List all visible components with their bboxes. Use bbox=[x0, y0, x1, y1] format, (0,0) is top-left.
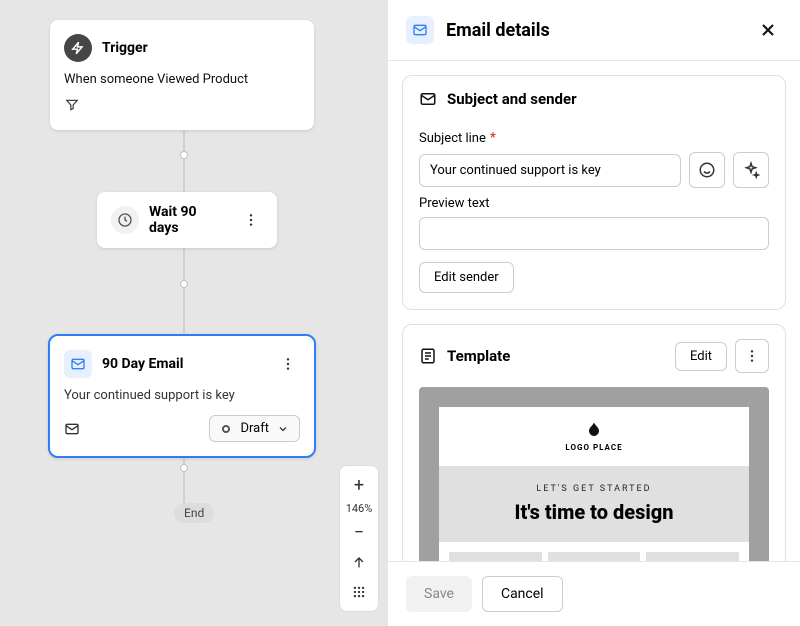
zoom-out-button[interactable]: − bbox=[343, 519, 375, 545]
template-section-title: Template bbox=[447, 347, 510, 365]
template-more-button[interactable] bbox=[735, 339, 769, 373]
emoji-button[interactable] bbox=[689, 152, 725, 188]
wait-more-button[interactable] bbox=[239, 208, 263, 232]
panel-email-icon bbox=[406, 16, 434, 44]
zoom-in-button[interactable]: + bbox=[343, 472, 375, 498]
subject-section: Subject and sender Subject line * Preview… bbox=[402, 75, 786, 310]
zoom-reset-button[interactable] bbox=[343, 549, 375, 575]
trigger-description: When someone Viewed Product bbox=[64, 72, 300, 87]
template-logo: LOGO PLACE bbox=[439, 407, 749, 466]
envelope-icon bbox=[419, 90, 437, 108]
preview-input[interactable] bbox=[419, 217, 769, 250]
status-dropdown[interactable]: Draft bbox=[209, 415, 300, 442]
template-heading: It's time to design bbox=[457, 500, 731, 524]
end-node: End bbox=[174, 503, 214, 523]
zoom-level: 146% bbox=[346, 502, 373, 515]
zoom-grid-button[interactable] bbox=[343, 579, 375, 605]
filter-icon bbox=[64, 97, 80, 113]
template-subheading: LET'S GET STARTED bbox=[457, 484, 731, 494]
cancel-button[interactable]: Cancel bbox=[482, 576, 563, 612]
save-button[interactable]: Save bbox=[406, 576, 472, 612]
close-button[interactable] bbox=[754, 16, 782, 44]
email-card[interactable]: 90 Day Email Your continued support is k… bbox=[48, 334, 316, 458]
envelope-icon bbox=[64, 421, 80, 437]
email-title: 90 Day Email bbox=[102, 356, 266, 372]
template-preview[interactable]: LOGO PLACE LET'S GET STARTED It's time t… bbox=[419, 387, 769, 561]
template-section: Template Edit LOGO PLACE LET'S GET START… bbox=[402, 324, 786, 561]
email-icon bbox=[64, 350, 92, 378]
email-description: Your continued support is key bbox=[64, 388, 300, 403]
ai-sparkle-button[interactable] bbox=[733, 152, 769, 188]
required-icon: * bbox=[490, 130, 496, 146]
chevron-down-icon bbox=[277, 423, 289, 435]
subject-label: Subject line bbox=[419, 131, 486, 146]
edit-template-button[interactable]: Edit bbox=[675, 342, 727, 371]
status-dot-icon bbox=[220, 423, 232, 435]
panel-title: Email details bbox=[446, 20, 742, 41]
lightning-icon bbox=[64, 34, 92, 62]
email-more-button[interactable] bbox=[276, 352, 300, 376]
preview-label: Preview text bbox=[419, 196, 769, 211]
clock-icon bbox=[111, 206, 139, 234]
wait-card[interactable]: Wait 90 days bbox=[97, 192, 277, 248]
zoom-controls: + 146% − bbox=[339, 465, 379, 612]
trigger-title: Trigger bbox=[102, 40, 148, 56]
subject-section-title: Subject and sender bbox=[447, 90, 577, 108]
details-panel: Email details Subject and sender Subject… bbox=[387, 0, 800, 626]
status-label: Draft bbox=[240, 421, 269, 436]
wait-label: Wait 90 days bbox=[149, 204, 229, 236]
trigger-card[interactable]: Trigger When someone Viewed Product bbox=[50, 20, 314, 130]
flow-canvas[interactable]: Trigger When someone Viewed Product Wait… bbox=[0, 0, 387, 626]
subject-input[interactable] bbox=[419, 154, 681, 187]
edit-sender-button[interactable]: Edit sender bbox=[419, 262, 514, 293]
template-icon bbox=[419, 347, 437, 365]
